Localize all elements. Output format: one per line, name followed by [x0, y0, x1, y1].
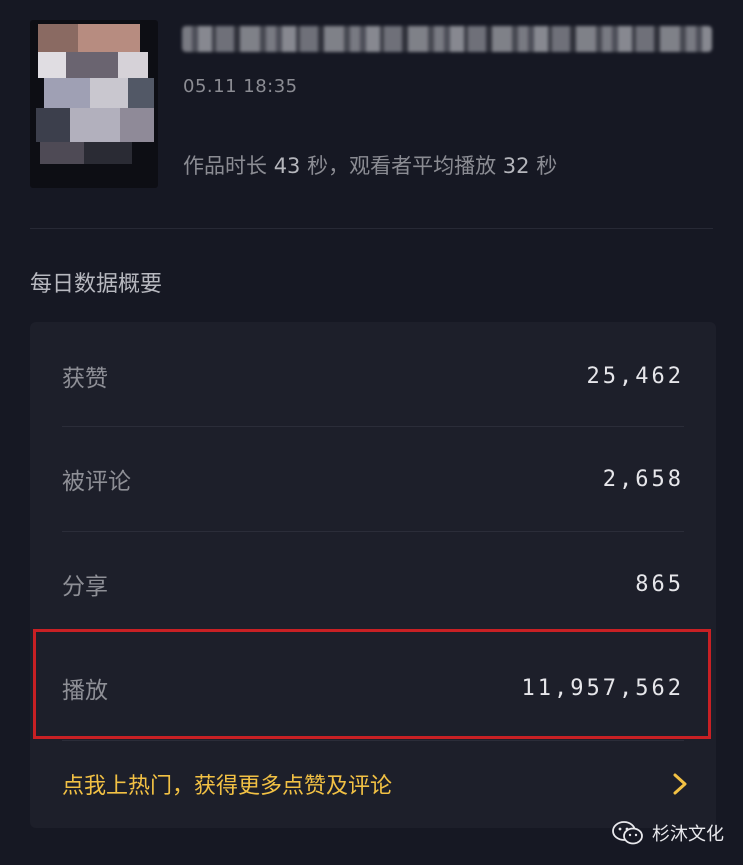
- duration-prefix: 作品时长: [183, 154, 267, 178]
- promote-link[interactable]: 点我上热门，获得更多点赞及评论: [62, 754, 690, 814]
- row-divider: [62, 740, 684, 741]
- section-title: 每日数据概要: [30, 272, 163, 297]
- video-thumbnail[interactable]: [30, 20, 158, 188]
- video-data-page: 05.11 18:35 作品时长 43 秒，观看者平均播放 32 秒 每日数据概…: [0, 0, 743, 865]
- duration-unit: 秒，观看者平均播放: [307, 154, 497, 178]
- watermark-text: 杉沐文化: [652, 824, 724, 845]
- promote-text: 点我上热门，获得更多点赞及评论: [62, 774, 393, 799]
- stat-label: 被评论: [62, 469, 131, 495]
- stat-row-comments: 被评论 2,658: [62, 427, 684, 531]
- chevron-right-icon: [673, 773, 687, 795]
- title-redaction: [182, 26, 712, 52]
- stat-row-likes: 获赞 25,462: [62, 324, 684, 428]
- stat-value: 25,462: [586, 363, 684, 389]
- stat-label: 分享: [62, 574, 108, 600]
- duration-summary: 作品时长 43 秒，观看者平均播放 32 秒: [183, 150, 557, 180]
- header-divider: [30, 228, 713, 229]
- avg-play-unit: 秒: [536, 154, 558, 178]
- daily-summary-card: 获赞 25,462 被评论 2,658 分享 865 播放 11,957,562…: [30, 322, 716, 828]
- stat-label: 获赞: [62, 366, 108, 392]
- stat-value: 865: [635, 571, 684, 597]
- stat-row-shares: 分享 865: [62, 532, 684, 636]
- avg-play-value: 32: [502, 154, 530, 178]
- wechat-icon: [612, 821, 643, 845]
- duration-value: 43: [273, 154, 301, 178]
- watermark: 杉沐文化: [612, 818, 724, 848]
- stat-value: 2,658: [602, 466, 684, 492]
- plays-highlight-box: [33, 629, 711, 739]
- publish-date: 05.11 18:35: [183, 76, 298, 97]
- video-title-blurred[interactable]: [182, 26, 712, 52]
